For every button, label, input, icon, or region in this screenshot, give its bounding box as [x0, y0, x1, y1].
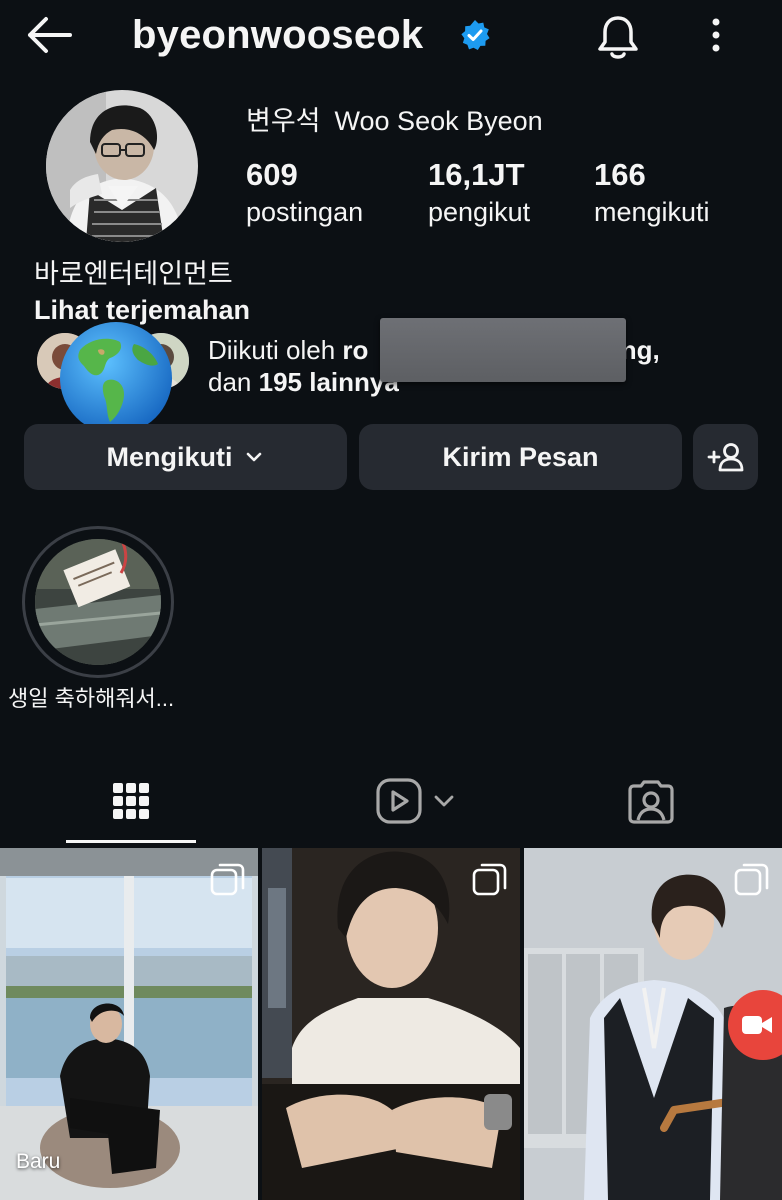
posts-count[interactable]: 609 postingan — [246, 156, 363, 230]
bell-icon — [598, 16, 638, 59]
profile-photo — [46, 90, 198, 242]
message-button[interactable]: Kirim Pesan — [359, 424, 682, 490]
profile-username: byeonwooseok — [132, 13, 424, 57]
followers-count-label: pengikut — [428, 197, 531, 227]
following-button[interactable]: Mengikuti — [24, 424, 347, 490]
posts-count-label: postingan — [246, 197, 364, 227]
name-latin: Woo Seok Byeon — [334, 106, 543, 136]
following-count-label: mengikuti — [594, 197, 710, 227]
redaction-box — [380, 318, 626, 382]
message-button-label: Kirim Pesan — [442, 441, 599, 472]
profile-avatar[interactable] — [46, 90, 198, 242]
tab-reels[interactable] — [340, 760, 470, 842]
arrow-left-icon — [28, 17, 72, 53]
back-button[interactable] — [20, 10, 80, 60]
globe-emoji-overlay-icon — [60, 322, 172, 434]
tagged-icon — [628, 780, 674, 824]
following-count-value: 166 — [594, 157, 646, 192]
following-button-label: Mengikuti — [106, 441, 233, 472]
story-highlight-label: 생일 축하해줘서... — [8, 686, 175, 711]
following-count[interactable]: 166 mengikuti — [594, 156, 710, 230]
followed-by-name-start: ro — [342, 335, 369, 365]
video-record-icon — [742, 1016, 772, 1034]
profile-full-name: 변우석 Woo Seok Byeon — [246, 104, 543, 138]
reels-chevron-down-icon — [434, 795, 454, 807]
posts-count-value: 609 — [246, 157, 298, 192]
carousel-icon — [472, 863, 507, 896]
suggested-users-button[interactable] — [693, 424, 758, 490]
grid-icon — [113, 783, 149, 819]
posts-grid: Baru — [0, 848, 782, 1200]
notifications-button[interactable] — [592, 10, 644, 62]
followed-by-and: dan — [208, 367, 252, 397]
carousel-icon — [210, 863, 245, 896]
bio-company: 바로엔터테인먼트 — [34, 259, 233, 289]
followed-by-others: 195 lainnya — [258, 367, 399, 397]
followers-count[interactable]: 16,1JT pengikut — [428, 156, 530, 230]
carousel-icon — [734, 863, 769, 896]
tab-tagged[interactable] — [586, 760, 716, 842]
top-bar: byeonwooseok — [0, 0, 782, 72]
post-thumbnail[interactable] — [524, 848, 782, 1200]
more-options-button[interactable] — [698, 12, 734, 60]
followed-by-prefix: Diikuti oleh — [208, 335, 336, 365]
more-vertical-icon — [712, 18, 720, 52]
tab-posts-grid[interactable] — [66, 760, 196, 842]
name-korean: 변우석 — [246, 106, 321, 136]
profile-tabs — [0, 760, 782, 846]
chevron-down-icon — [246, 452, 261, 462]
story-highlight-cover[interactable] — [35, 539, 161, 665]
post-thumbnail[interactable]: Baru — [0, 848, 258, 1200]
active-tab-indicator — [66, 840, 196, 843]
followers-count-value: 16,1JT — [428, 157, 525, 192]
verified-badge-icon — [461, 20, 490, 50]
add-user-icon — [707, 443, 743, 472]
reels-icon — [376, 778, 454, 824]
post-thumbnail[interactable] — [262, 848, 520, 1200]
new-post-badge: Baru — [16, 1150, 61, 1173]
